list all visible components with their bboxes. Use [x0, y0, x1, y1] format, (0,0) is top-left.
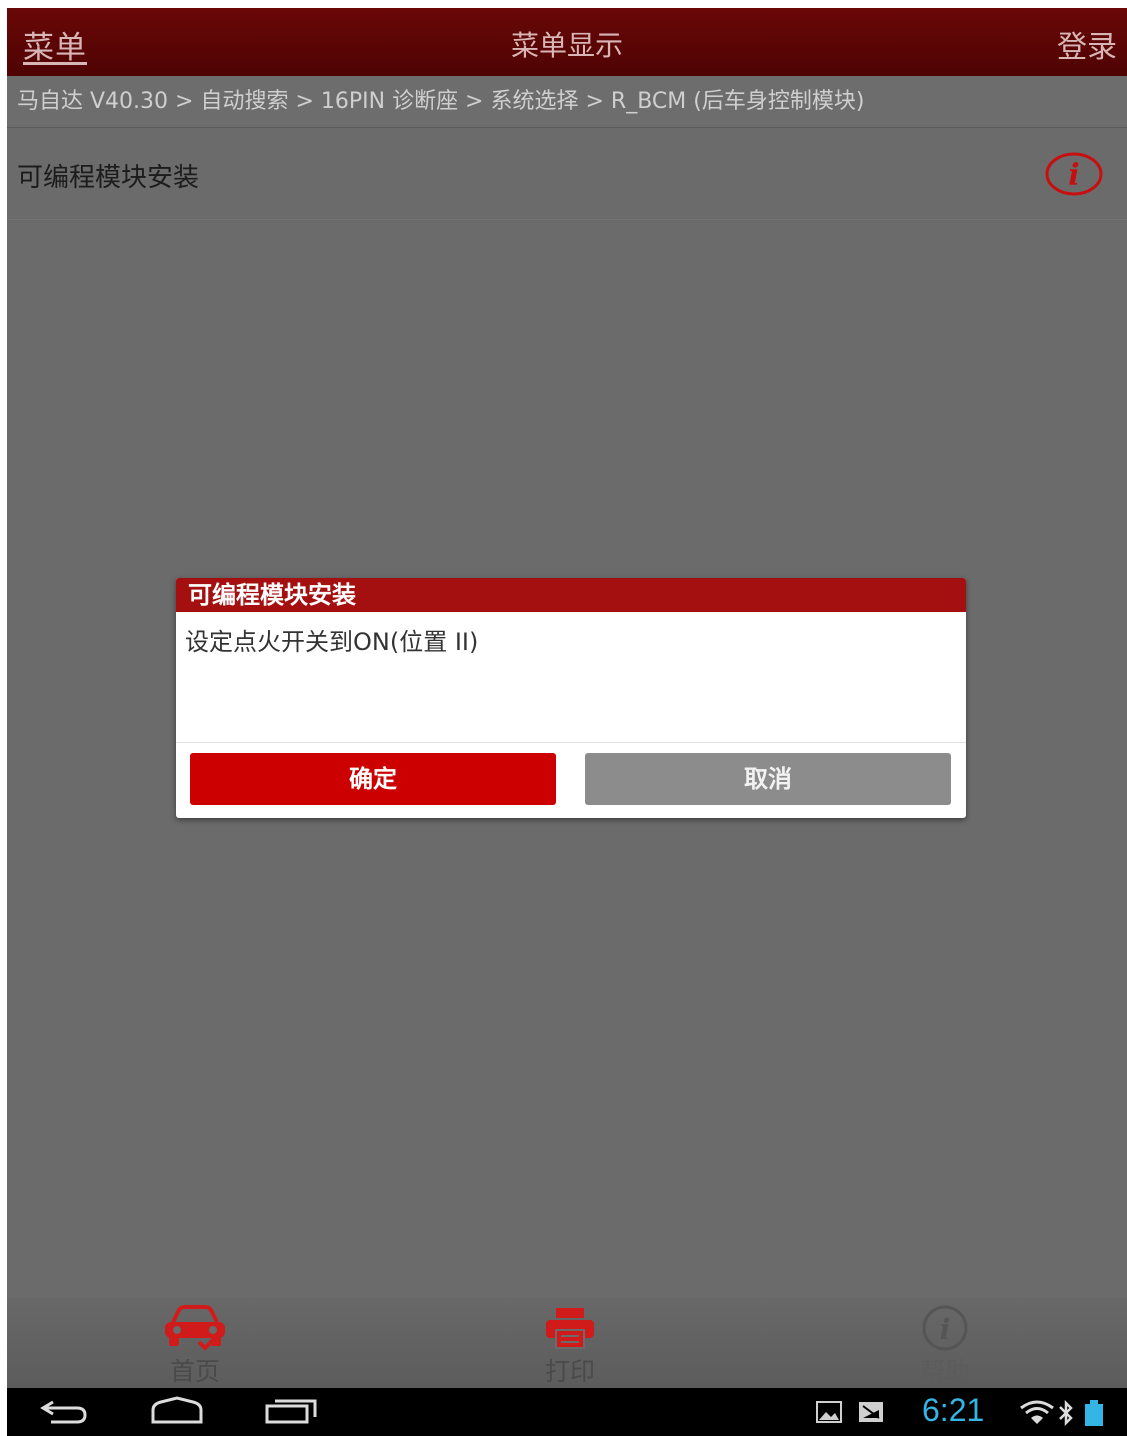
image-notification-icon — [816, 1401, 842, 1423]
info-circle-icon[interactable]: i — [1045, 152, 1103, 196]
svg-text:i: i — [1068, 158, 1079, 193]
app-screen: 菜单 菜单显示 登录 马自达 V40.30 > 自动搜索 > 16PIN 诊断座… — [7, 8, 1127, 1436]
recent-apps-icon[interactable] — [263, 1396, 319, 1428]
help-info-icon: i — [922, 1305, 968, 1351]
page-title: 菜单显示 — [510, 29, 623, 62]
wifi-icon — [1020, 1400, 1054, 1424]
car-home-icon — [165, 1305, 225, 1350]
dialog-message: 设定点火开关到ON(位置 II) — [185, 628, 479, 656]
status-clock: 6:21 — [922, 1392, 985, 1428]
toolbar-print-label: 打印 — [544, 1357, 595, 1386]
printer-icon — [546, 1308, 594, 1349]
no-signal-notification-icon — [859, 1402, 883, 1422]
svg-text:i: i — [940, 1313, 951, 1346]
battery-icon — [1085, 1400, 1103, 1426]
dialog-title: 可编程模块安装 — [176, 578, 966, 612]
login-button[interactable]: 登录 — [1057, 22, 1117, 66]
back-icon[interactable] — [37, 1396, 93, 1428]
dialog-divider — [176, 742, 966, 743]
title-bar: 菜单 菜单显示 登录 — [7, 8, 1127, 76]
breadcrumb: 马自达 V40.30 > 自动搜索 > 16PIN 诊断座 > 系统选择 > R… — [7, 76, 1127, 128]
toolbar-help-button[interactable]: i 帮助 — [885, 1298, 1005, 1388]
toolbar-help-label: 帮助 — [919, 1357, 970, 1386]
cancel-button[interactable]: 取消 — [585, 753, 951, 805]
home-nav-icon[interactable] — [147, 1396, 207, 1428]
toolbar-home-button[interactable]: 首页 — [135, 1298, 255, 1388]
android-nav-bar: 6:21 — [7, 1388, 1127, 1436]
toolbar-home-label: 首页 — [169, 1357, 220, 1386]
toolbar-print-button[interactable]: 打印 — [510, 1298, 630, 1388]
confirm-dialog: 可编程模块安装 设定点火开关到ON(位置 II) 确定 取消 — [176, 578, 966, 818]
ok-button[interactable]: 确定 — [190, 753, 556, 805]
function-title: 可编程模块安装 — [17, 163, 200, 193]
function-header: 可编程模块安装 i — [7, 129, 1127, 220]
bottom-toolbar: 首页 打印 i 帮助 — [7, 1298, 1127, 1388]
bluetooth-icon — [1059, 1400, 1073, 1426]
